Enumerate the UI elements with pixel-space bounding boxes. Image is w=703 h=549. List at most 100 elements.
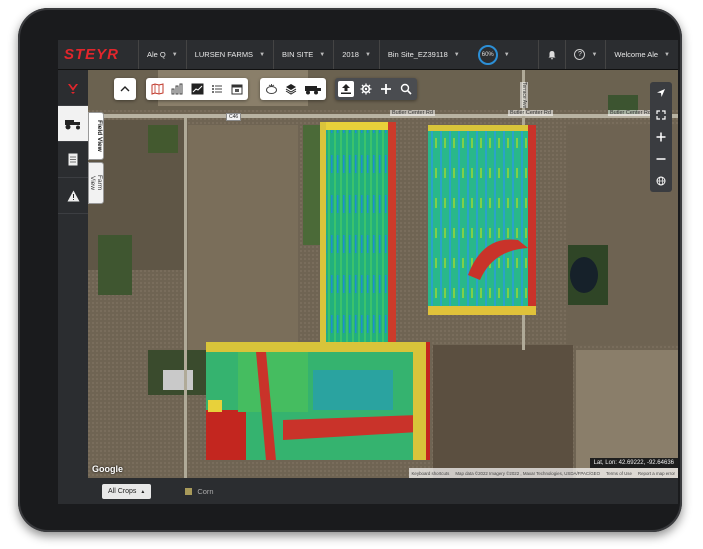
user-label: Ale Q [147,50,166,59]
crop-button[interactable] [263,81,279,97]
keyboard-shortcuts-link[interactable]: Keyboard shortcuts [412,471,450,476]
chevron-down-icon: ▼ [259,51,266,58]
welcome-dropdown[interactable]: Welcome Ale ▼ [605,40,678,69]
chevron-down-icon: ▼ [453,51,460,58]
sidebar-item-equipment[interactable] [58,106,88,142]
top-right-controls: ? ▼ Welcome Ale ▼ [538,40,678,69]
tools-toolbar [335,78,417,100]
settings-button[interactable] [358,81,374,97]
bottom-bar: All Crops ▲ Corn [58,478,678,504]
farm-label: LURSEN FARMS [194,50,254,59]
trend-chart-button[interactable] [189,81,205,97]
user-dropdown[interactable]: Ale Q ▼ [138,40,186,69]
bell-icon [548,50,556,59]
chevron-up-icon: ▲ [140,488,146,495]
chevron-down-icon: ▼ [171,51,178,58]
farm-dropdown[interactable]: LURSEN FARMS ▼ [185,40,273,69]
legend-swatch [185,487,193,495]
collapse-toolbar [114,78,136,100]
equipment-button[interactable] [303,81,323,97]
tab-farm-view[interactable]: Farm View [88,162,104,204]
coordinates-readout: Lat, Lon: 42.69222, -92.64636 [589,458,678,468]
map-data-credit: Map data ©2022 Imagery ©2022 , Maxar Tec… [455,470,601,476]
map-controls [650,82,672,192]
welcome-label: Welcome Ale [614,50,659,59]
terms-link[interactable]: Terms of Use [606,471,632,476]
report-error-link[interactable]: Report a map error [638,471,675,476]
year-label: 2018 [342,50,359,59]
seed-icon [265,84,277,94]
gear-icon [360,83,372,95]
layers-icon [285,84,297,95]
legend-label: Corn [197,486,214,496]
steyr-logo-icon [68,83,78,94]
globe-button[interactable] [653,173,669,189]
chevron-down-icon: ▼ [364,51,371,58]
tractor-icon [65,119,80,129]
chevron-down-icon: ▼ [319,51,326,58]
chevron-up-icon [120,86,130,92]
bar-chart-button[interactable] [169,81,185,97]
layer-toolbar [260,78,326,100]
help-label: ? [578,51,582,58]
field-label: Bin Site_EZ39118 [387,50,448,59]
locate-button[interactable] [653,85,669,101]
map-attribution: Keyboard shortcuts Map data ©2022 Imager… [408,468,678,478]
navigation-arrow-icon [657,89,665,97]
google-logo: Google [92,464,123,474]
year-dropdown[interactable]: 2018 ▼ [333,40,379,69]
plus-icon [656,132,666,142]
fullscreen-button[interactable] [653,107,669,123]
list-button[interactable] [209,81,225,97]
help-dropdown[interactable]: ? ▼ [565,40,605,69]
app-screen: STEYR Ale Q ▼ LURSEN FARMS ▼ BIN SITE ▼ 201… [58,40,678,504]
sidebar-item-alerts[interactable] [58,178,88,214]
road-label: Butler Center Rd [608,110,653,116]
add-button[interactable] [378,81,394,97]
top-bar: STEYR Ale Q ▼ LURSEN FARMS ▼ BIN SITE ▼ 201… [58,40,678,70]
zoom-value: 60% [481,51,494,58]
map-view-button[interactable] [149,81,165,97]
zoom-indicator: 60% [477,44,498,65]
document-icon [68,153,78,166]
sidebar-item-reports[interactable] [58,142,88,178]
line-chart-icon [191,83,203,95]
tab-field-view[interactable]: Field View [88,112,104,160]
zoom-in-button[interactable] [653,129,669,145]
layers-button[interactable] [283,81,299,97]
road-label: Butler Center Rd [390,110,435,116]
notifications-button[interactable] [538,40,565,69]
field-dropdown[interactable]: Bin Site_EZ39118 ▼ [378,40,468,69]
calendar-icon [231,84,243,95]
help-icon: ? [574,49,586,60]
tablet-frame: STEYR Ale Q ▼ LURSEN FARMS ▼ BIN SITE ▼ 201… [18,8,682,532]
zoom-out-button[interactable] [653,151,669,167]
view-toolbar [146,78,248,100]
search-icon [400,83,412,95]
map-icon [151,83,163,95]
view-tabs: Field View Farm View [88,112,104,206]
collapse-button[interactable] [117,81,133,97]
satellite-map [88,70,678,478]
chevron-down-icon: ▼ [503,51,510,58]
list-icon [212,85,222,93]
bar-chart-icon [171,83,183,95]
plus-icon [381,84,391,94]
calendar-button[interactable] [229,81,245,97]
sidebar-item-home[interactable] [58,70,88,106]
zoom-dropdown[interactable]: 60% ▼ [468,40,518,69]
harvester-icon [305,86,321,95]
map-view[interactable]: Butler Center Rd Butler Center Rd Butler… [88,70,678,478]
left-sidebar [58,70,88,504]
search-button[interactable] [398,81,414,97]
all-crops-label: All Crops [108,487,137,495]
warning-icon [67,190,79,201]
upload-button[interactable] [338,81,354,97]
all-crops-button[interactable]: All Crops ▲ [102,483,152,499]
steyr-logo: STEYR [64,46,120,63]
road-label: Butler Center Rd [508,110,553,116]
road-shield: C46 [226,113,242,121]
road-label: Terrace Ave [520,82,528,109]
chevron-down-icon: ▼ [664,51,670,58]
site-dropdown[interactable]: BIN SITE ▼ [273,40,333,69]
